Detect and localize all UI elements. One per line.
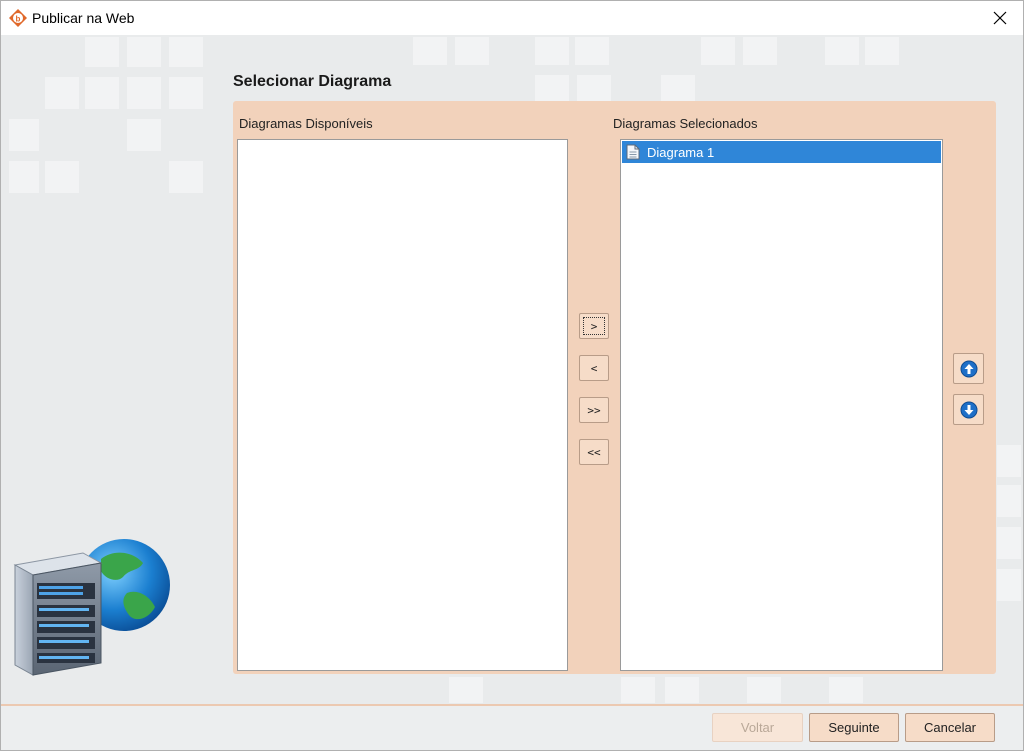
bg-tile [535, 75, 569, 101]
bg-tile [9, 161, 39, 193]
svg-text:b: b [16, 15, 21, 24]
bg-tile [85, 37, 119, 67]
bg-tile [169, 161, 203, 193]
section-title: Selecionar Diagrama [233, 73, 392, 90]
move-down-button[interactable] [953, 394, 984, 425]
list-item-label: Diagrama 1 [647, 144, 715, 160]
available-diagrams-label: Diagramas Disponíveis [239, 116, 373, 131]
bg-tile [997, 569, 1021, 601]
selected-diagrams-label: Diagramas Selecionados [613, 116, 758, 131]
available-diagrams-list[interactable] [237, 139, 568, 671]
bg-tile [997, 445, 1021, 477]
bg-tile [169, 77, 203, 109]
publish-web-dialog: b Publicar na Web Selecionar Diagrama Di… [0, 0, 1024, 751]
bg-tile [865, 37, 899, 65]
bg-tile [85, 77, 119, 109]
selected-diagrams-list[interactable]: Diagrama 1 [620, 139, 943, 671]
bg-tile [577, 75, 611, 101]
app-logo-icon: b [9, 9, 27, 27]
back-button[interactable]: Voltar [712, 713, 803, 742]
bg-tile [701, 37, 735, 65]
bg-tile [665, 677, 699, 703]
bg-tile [997, 527, 1021, 559]
arrow-up-icon [960, 360, 977, 377]
list-item[interactable]: Diagrama 1 [622, 141, 941, 163]
bg-tile [825, 37, 859, 65]
bg-tile [661, 75, 695, 101]
bg-tile [829, 677, 863, 703]
bg-tile [455, 37, 489, 65]
wizard-footer: Voltar Seguinte Cancelar [1, 706, 1023, 750]
close-icon [993, 11, 1007, 25]
remove-all-button[interactable]: << [579, 439, 609, 465]
bg-tile [127, 77, 161, 109]
title-bar: b Publicar na Web [1, 1, 1023, 35]
close-button[interactable] [977, 1, 1023, 35]
cancel-button[interactable]: Cancelar [905, 713, 995, 742]
bg-tile [535, 37, 569, 65]
bg-tile [9, 119, 39, 151]
bg-tile [45, 77, 79, 109]
bg-tile [747, 677, 781, 703]
add-all-button[interactable]: >> [579, 397, 609, 423]
remove-button[interactable]: < [579, 355, 609, 381]
bg-tile [169, 37, 203, 67]
bg-tile [997, 485, 1021, 517]
bg-tile [45, 161, 79, 193]
bg-tile [743, 37, 777, 65]
bg-tile [127, 119, 161, 151]
add-button[interactable]: > [579, 313, 609, 339]
window-title: Publicar na Web [32, 10, 135, 26]
bg-tile [449, 677, 483, 703]
next-button[interactable]: Seguinte [809, 713, 899, 742]
server-globe-illustration [13, 539, 170, 676]
bg-tile [127, 37, 161, 67]
bg-tile [575, 37, 609, 65]
wizard-content: Selecionar Diagrama Diagramas Disponívei… [1, 35, 1023, 704]
bg-tile [413, 37, 447, 65]
move-up-button[interactable] [953, 353, 984, 384]
arrow-down-icon [960, 401, 977, 418]
bg-tile [621, 677, 655, 703]
document-icon [626, 144, 640, 160]
